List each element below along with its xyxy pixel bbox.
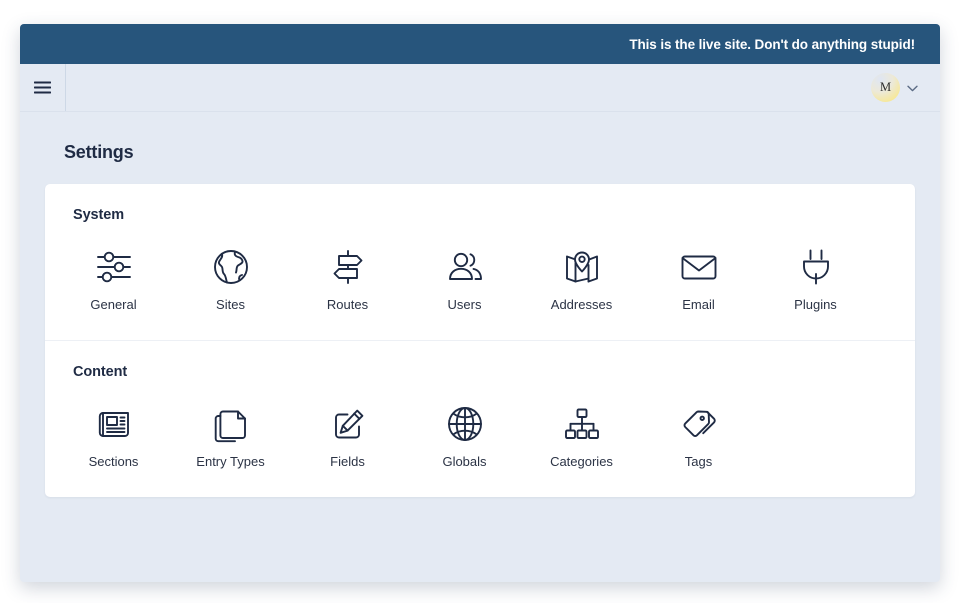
settings-tile-addresses[interactable]: Addresses [523,239,640,316]
section-title: Content [73,364,128,380]
live-site-banner: This is the live site. Don't do anything… [20,24,940,64]
settings-tile-tags[interactable]: Tags [640,396,757,473]
section-system: System General Sites Routes Users Addres… [45,184,915,340]
settings-tile-users[interactable]: Users [406,239,523,316]
newspaper-icon [92,402,136,446]
settings-tile-general[interactable]: General [55,239,172,316]
map-pin-icon [560,245,604,289]
section-title: System [73,207,124,223]
settings-tile-entry-types[interactable]: Entry Types [172,396,289,473]
tile-label: Entry Types [196,454,265,469]
tile-grid-system: General Sites Routes Users Addresses Ema… [45,223,915,340]
settings-tile-fields[interactable]: Fields [289,396,406,473]
tags-icon [677,402,721,446]
pencil-square-icon [326,402,370,446]
hamburger-icon [34,81,51,94]
app-window: This is the live site. Don't do anything… [20,24,940,582]
page-title: Settings [64,142,134,162]
settings-tile-globals[interactable]: Globals [406,396,523,473]
users-icon [443,245,487,289]
tile-label: Users [447,297,482,312]
settings-tile-sections[interactable]: Sections [55,396,172,473]
tile-label: General [90,297,137,312]
section-content: Content Sections Entry Types Fields Glob… [45,340,915,497]
settings-tile-sites[interactable]: Sites [172,239,289,316]
plug-icon [794,245,838,289]
sliders-icon [92,245,136,289]
settings-tile-plugins[interactable]: Plugins [757,239,874,316]
live-site-banner-text: This is the live site. Don't do anything… [629,36,915,52]
documents-icon [209,402,253,446]
settings-tile-categories[interactable]: Categories [523,396,640,473]
tile-label: Categories [550,454,613,469]
tile-label: Routes [326,297,369,312]
hierarchy-tree-icon [560,402,604,446]
settings-tile-email[interactable]: Email [640,239,757,316]
avatar-initial: M [879,80,892,94]
top-toolbar: M [20,64,940,112]
chevron-down-icon [907,79,918,97]
page-body: Settings System General Sites Routes Use… [20,112,940,582]
tile-grid-content: Sections Entry Types Fields Globals Cate… [45,380,915,497]
user-menu-button[interactable]: M [871,64,940,111]
envelope-icon [677,245,721,289]
tile-label: Sites [216,297,245,312]
tile-label: Email [682,297,715,312]
settings-card: System General Sites Routes Users Addres… [45,184,915,497]
tile-label: Globals [442,454,487,469]
signpost-icon [326,245,370,289]
globe-wire-icon [443,402,487,446]
tile-label: Sections [88,454,139,469]
hamburger-menu-button[interactable] [20,64,66,111]
tile-label: Addresses [550,297,613,312]
tile-label: Tags [684,454,713,469]
avatar: M [871,73,900,102]
settings-tile-routes[interactable]: Routes [289,239,406,316]
tile-label: Fields [330,454,365,469]
tile-label: Plugins [794,297,837,312]
globe-earth-icon [209,245,253,289]
